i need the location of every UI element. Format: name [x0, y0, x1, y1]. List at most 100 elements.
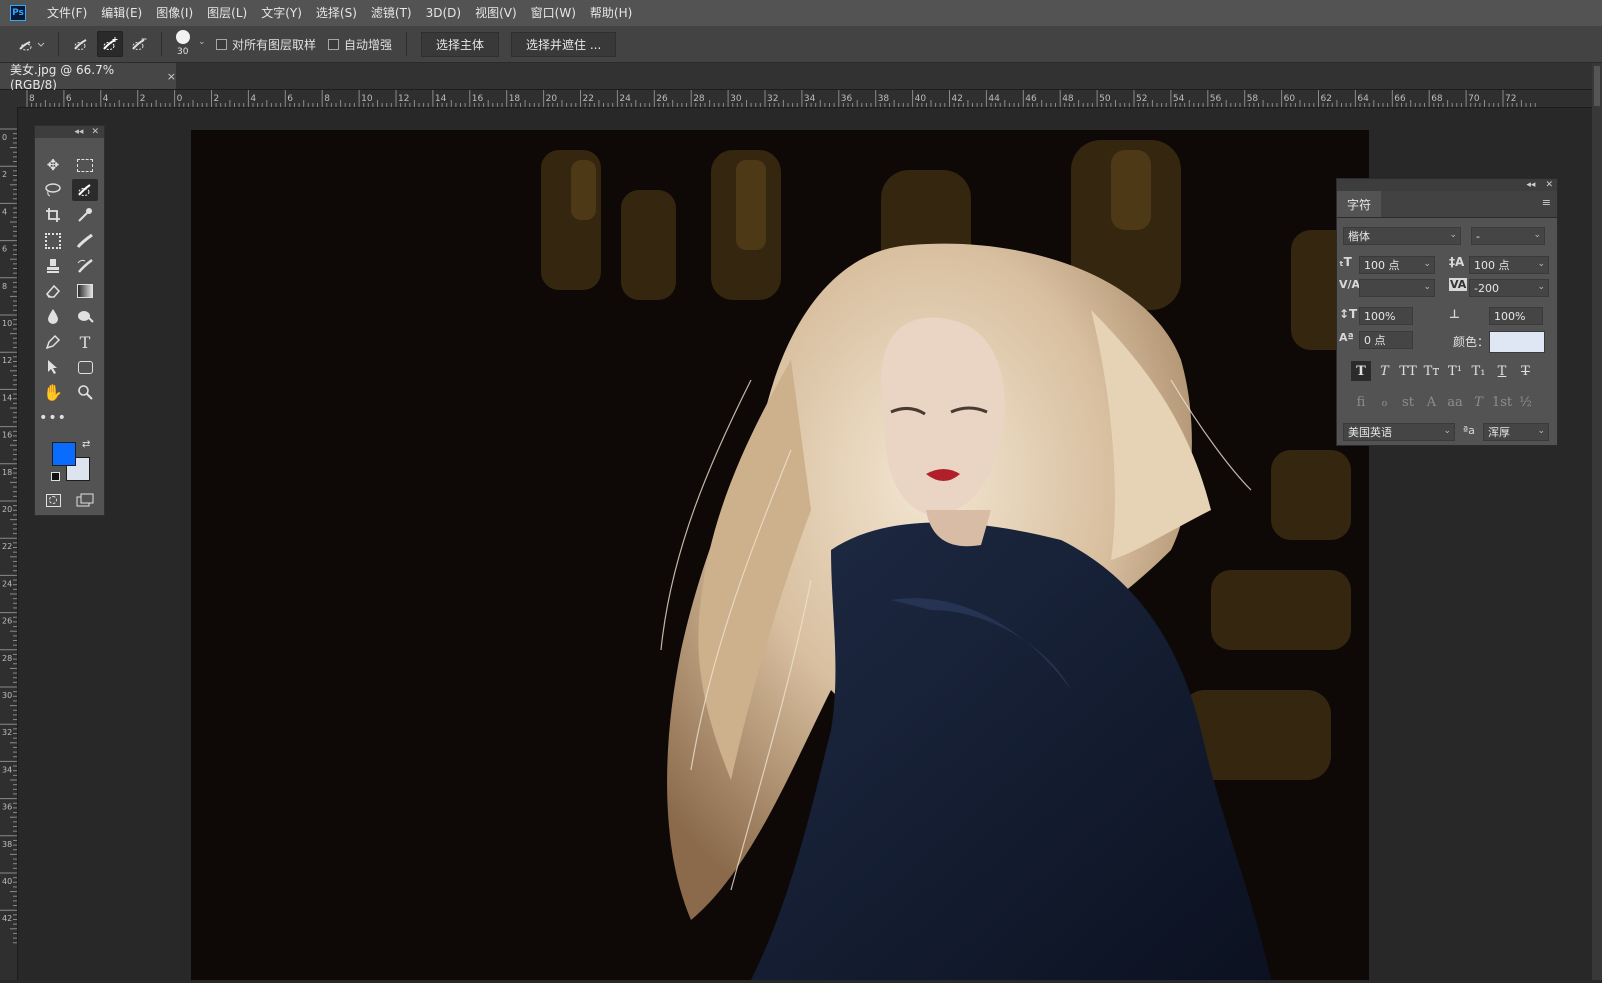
font-style-select[interactable]: - ⌄ — [1471, 227, 1545, 245]
ruler-label: 10 — [361, 94, 373, 104]
antialias-icon: ªa — [1463, 424, 1475, 437]
underline-button[interactable]: T — [1492, 361, 1512, 381]
healing-brush-tool[interactable] — [72, 230, 98, 252]
sample-all-layers-checkbox[interactable]: 对所有图层取样 — [216, 36, 316, 53]
ordinals-button[interactable]: 1st — [1492, 392, 1512, 412]
collapse-icon[interactable]: ◂◂ — [74, 127, 83, 137]
eyedropper-tool[interactable] — [72, 204, 98, 226]
gradient-tool[interactable] — [72, 280, 98, 302]
pen-tool[interactable] — [40, 331, 66, 353]
zoom-tool[interactable] — [72, 381, 98, 403]
titling-alternates-button[interactable]: T — [1469, 392, 1489, 412]
language-select[interactable]: 美国英语 ⌄ — [1343, 423, 1455, 441]
subscript-button[interactable]: T₁ — [1469, 361, 1489, 381]
ruler-label: 12 — [398, 94, 409, 104]
lasso-tool[interactable] — [40, 179, 66, 201]
font-size-field[interactable]: 100 点 ⌄ — [1359, 256, 1435, 274]
new-selection-button[interactable] — [69, 32, 93, 56]
tab-character[interactable]: 字符 — [1337, 191, 1382, 217]
superscript-button[interactable]: T¹ — [1445, 361, 1465, 381]
leading-field[interactable]: 100 点 ⌄ — [1469, 256, 1549, 274]
text-color-swatch[interactable] — [1489, 331, 1545, 353]
close-icon[interactable]: ✕ — [91, 127, 99, 137]
antialias-select[interactable]: 浑厚 ⌄ — [1483, 423, 1549, 441]
menu-item[interactable]: 文字(Y) — [254, 0, 309, 26]
marquee-tool[interactable] — [72, 154, 98, 176]
small-caps-button[interactable]: Tт — [1422, 361, 1442, 381]
ruler-label: 54 — [1173, 94, 1185, 104]
collapse-icon[interactable]: ◂◂ — [1526, 180, 1535, 190]
select-subject-button[interactable]: 选择主体 — [421, 31, 500, 57]
vertical-ruler[interactable]: 0 2 4 6 8 10 12 14 16 18 20 22 24 26 28 30 32 34 36 38 40 42 — [0, 107, 18, 980]
quick-mask-button[interactable] — [40, 489, 66, 511]
baseline-shift-field[interactable]: 0 点 — [1359, 331, 1413, 349]
vertical-scrollbar[interactable] — [1592, 63, 1602, 980]
contextual-alternates-button[interactable]: ℴ — [1375, 392, 1395, 412]
menu-item[interactable]: 3D(D) — [419, 0, 468, 26]
tracking-icon: VA — [1449, 278, 1468, 291]
discretionary-ligatures-button[interactable]: st — [1398, 392, 1418, 412]
font-family-select[interactable]: 楷体 ⌄ — [1343, 227, 1461, 245]
faux-italic-button[interactable]: T — [1375, 361, 1395, 381]
tracking-field[interactable]: -200 ⌄ — [1469, 279, 1549, 297]
frame-tool[interactable] — [40, 230, 66, 252]
close-icon[interactable]: × — [167, 70, 176, 83]
fractions-button[interactable]: ½ — [1516, 392, 1536, 412]
horizontal-ruler[interactable]: 8 6 4 2 0 2 4 6 8 10 12 14 16 18 20 22 24 26 28 30 32 34 36 38 4… — [17, 90, 1592, 108]
horizontal-scale-field[interactable]: 100% — [1489, 307, 1543, 325]
kerning-field[interactable]: ⌄ — [1359, 279, 1435, 297]
checkbox-box[interactable] — [328, 38, 340, 50]
subtract-from-selection-button[interactable] — [127, 32, 151, 56]
tools-panel-header[interactable]: ◂◂ ✕ — [35, 126, 104, 138]
document-tab[interactable]: 美女.jpg @ 66.7%(RGB/8) × — [0, 63, 176, 92]
default-colors-icon[interactable] — [51, 472, 60, 481]
path-selection-tool[interactable] — [40, 356, 66, 378]
hand-tool[interactable]: ✋ — [40, 381, 66, 403]
menu-item[interactable]: 滤镜(T) — [364, 0, 419, 26]
edit-toolbar-button[interactable]: ••• — [39, 407, 66, 429]
menu-item[interactable]: 窗口(W) — [524, 0, 583, 26]
menu-item[interactable]: 图像(I) — [149, 0, 200, 26]
select-and-mask-button[interactable]: 选择并遮住 ... — [511, 31, 617, 57]
document-image[interactable] — [191, 130, 1369, 980]
eraser-tool[interactable] — [40, 280, 66, 302]
character-panel-header[interactable]: ◂◂ ✕ — [1337, 179, 1557, 191]
checkbox-box[interactable] — [216, 38, 227, 50]
ligatures-button[interactable]: fi — [1351, 392, 1371, 412]
chevron-down-icon: ⌄ — [1537, 259, 1545, 269]
menu-item[interactable]: 选择(S) — [309, 0, 364, 26]
screen-mode-button[interactable] — [72, 489, 98, 511]
move-tool[interactable]: ✥ — [40, 154, 66, 176]
menu-item[interactable]: 编辑(E) — [94, 0, 149, 26]
add-to-selection-button[interactable] — [97, 31, 123, 57]
faux-bold-button[interactable]: T — [1351, 361, 1371, 381]
dodge-tool[interactable] — [72, 305, 98, 327]
foreground-color-swatch[interactable] — [52, 442, 76, 466]
swash-button[interactable]: A — [1422, 392, 1442, 412]
clone-stamp-tool[interactable] — [40, 255, 66, 277]
all-caps-button[interactable]: TT — [1398, 361, 1418, 381]
menu-item[interactable]: 图层(L) — [200, 0, 254, 26]
ruler-label: 28 — [693, 94, 705, 104]
vertical-scale-field[interactable]: 100% — [1359, 307, 1413, 325]
menu-item[interactable]: 文件(F) — [40, 0, 94, 26]
blur-tool[interactable] — [40, 305, 66, 327]
menu-item[interactable]: 帮助(H) — [583, 0, 639, 26]
close-icon[interactable]: ✕ — [1545, 180, 1553, 190]
ruler-label: 26 — [656, 94, 668, 104]
quick-selection-tool[interactable] — [72, 179, 98, 201]
vertical-scrollbar-thumb[interactable] — [1594, 66, 1600, 106]
quick-selection-tool-preset-button[interactable] — [14, 32, 48, 56]
crop-tool[interactable] — [40, 204, 66, 226]
swap-colors-icon[interactable]: ⇄ — [82, 439, 90, 450]
ruler-origin[interactable] — [0, 90, 17, 107]
brush-size-picker[interactable]: 30 ⌄ — [170, 27, 210, 61]
panel-menu-icon[interactable]: ≡ — [1542, 196, 1551, 209]
strikethrough-button[interactable]: T — [1516, 361, 1536, 381]
stylistic-alternates-button[interactable]: aa — [1445, 392, 1465, 412]
history-brush-tool[interactable] — [72, 255, 98, 277]
auto-enhance-checkbox[interactable]: 自动增强 — [328, 36, 392, 53]
shape-tool[interactable] — [72, 356, 98, 378]
type-tool[interactable]: T — [72, 331, 98, 353]
menu-item[interactable]: 视图(V) — [468, 0, 524, 26]
